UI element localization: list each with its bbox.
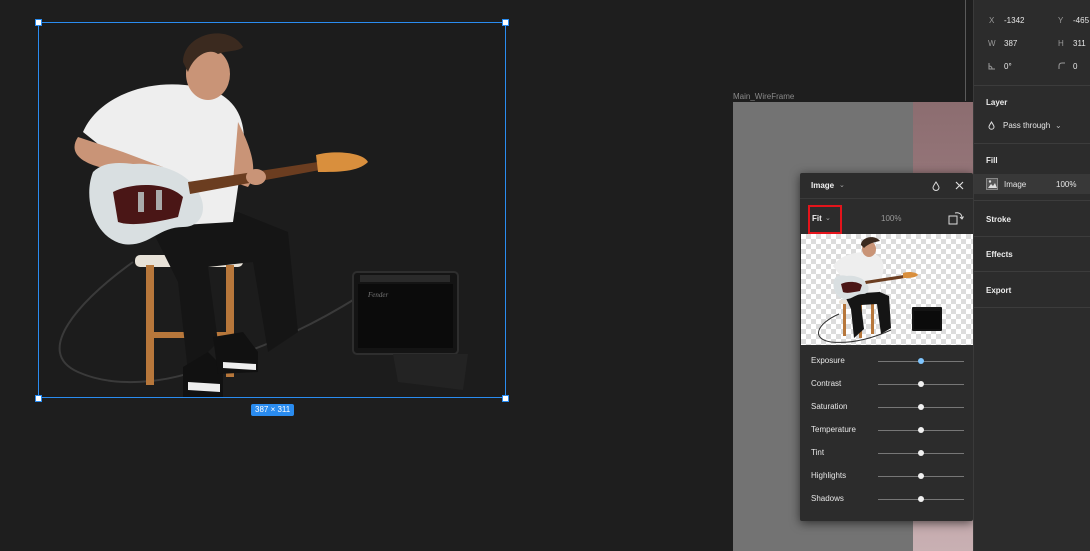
frame-label[interactable]: Main_WireFrame	[733, 92, 794, 101]
adjustment-label: Temperature	[811, 425, 856, 434]
size-badge: 387 × 311	[251, 404, 295, 416]
stroke-section-title[interactable]: Stroke	[986, 215, 1011, 224]
guitarist-image-layer[interactable]: Fender	[38, 22, 506, 398]
slider-knob[interactable]	[918, 381, 924, 387]
height-field[interactable]: 311	[1073, 39, 1086, 48]
adjustment-label: Highlights	[811, 471, 847, 480]
chevron-down-icon[interactable]: ⌄	[825, 214, 831, 222]
y-field[interactable]: -465	[1073, 16, 1089, 25]
slider-knob[interactable]	[918, 473, 924, 479]
adjustment-label: Contrast	[811, 379, 842, 388]
fill-row[interactable]: Image 100%	[974, 174, 1090, 194]
scale-mode-dropdown[interactable]: Fit	[812, 214, 822, 223]
layer-section-title: Layer	[986, 98, 1008, 107]
image-preview-thumbnail	[818, 237, 942, 343]
adjustment-row-saturation: Saturation	[800, 397, 973, 417]
slider-knob[interactable]	[918, 358, 924, 364]
guitarist-photo: Fender	[58, 33, 468, 397]
corner-radius-field[interactable]: 0	[1073, 62, 1077, 71]
adjustment-label: Saturation	[811, 402, 848, 411]
slider-knob[interactable]	[918, 404, 924, 410]
svg-text:Fender: Fender	[367, 291, 388, 299]
divider	[974, 307, 1090, 308]
close-icon[interactable]	[954, 180, 965, 191]
adjustment-row-temperature: Temperature	[800, 420, 973, 440]
divider	[974, 236, 1090, 237]
adjustment-row-shadows: Shadows	[800, 489, 973, 509]
popover-header: Image ⌄	[800, 173, 973, 199]
resize-handle-top-left[interactable]	[35, 19, 42, 26]
blend-mode-dropdown[interactable]: Pass through	[1003, 121, 1050, 130]
divider	[974, 271, 1090, 272]
x-field[interactable]: -1342	[1004, 16, 1024, 25]
h-label: H	[1058, 39, 1064, 48]
w-label: W	[988, 39, 996, 48]
rotation-icon	[988, 63, 995, 70]
fill-type-label[interactable]: Image	[1004, 180, 1026, 189]
rotate-icon[interactable]	[948, 211, 964, 225]
effects-section-title[interactable]: Effects	[986, 250, 1013, 259]
image-preview[interactable]	[801, 234, 973, 345]
image-fill-swatch-icon[interactable]	[986, 178, 998, 190]
adjustment-label: Shadows	[811, 494, 844, 503]
rotation-field[interactable]: 0°	[1004, 62, 1012, 71]
properties-panel: X -1342 Y -465 W 387 H 311 0° 0 Layer Pa…	[973, 0, 1090, 551]
chevron-down-icon[interactable]: ⌄	[839, 181, 845, 189]
divider	[974, 143, 1090, 144]
x-label: X	[989, 16, 995, 25]
blend-mode-drop-icon	[988, 121, 995, 130]
adjustment-row-highlights: Highlights	[800, 466, 973, 486]
resize-handle-bottom-left[interactable]	[35, 395, 42, 402]
width-field[interactable]: 387	[1004, 39, 1017, 48]
frame-guide-line	[965, 0, 966, 101]
resize-handle-top-right[interactable]	[502, 19, 509, 26]
y-label: Y	[1058, 16, 1064, 25]
drop-icon[interactable]	[931, 181, 941, 191]
slider-knob[interactable]	[918, 450, 924, 456]
adjustment-label: Tint	[811, 448, 825, 457]
fill-section-title: Fill	[986, 156, 998, 165]
adjustment-label: Exposure	[811, 356, 845, 365]
fill-opacity-field[interactable]: 100%	[1056, 180, 1076, 189]
divider	[974, 200, 1090, 201]
corner-radius-icon	[1058, 62, 1065, 69]
adjustment-row-exposure: Exposure	[800, 351, 973, 371]
resize-handle-bottom-right[interactable]	[502, 395, 509, 402]
adjustment-row-contrast: Contrast	[800, 374, 973, 394]
export-section-title[interactable]: Export	[986, 286, 1011, 295]
image-type-dropdown[interactable]: Image	[811, 181, 834, 190]
slider-knob[interactable]	[918, 496, 924, 502]
image-scale-percent[interactable]: 100%	[881, 214, 901, 223]
divider	[974, 85, 1090, 86]
slider-knob[interactable]	[918, 427, 924, 433]
chevron-down-icon[interactable]: ⌄	[1055, 121, 1062, 130]
adjustment-row-tint: Tint	[800, 443, 973, 463]
